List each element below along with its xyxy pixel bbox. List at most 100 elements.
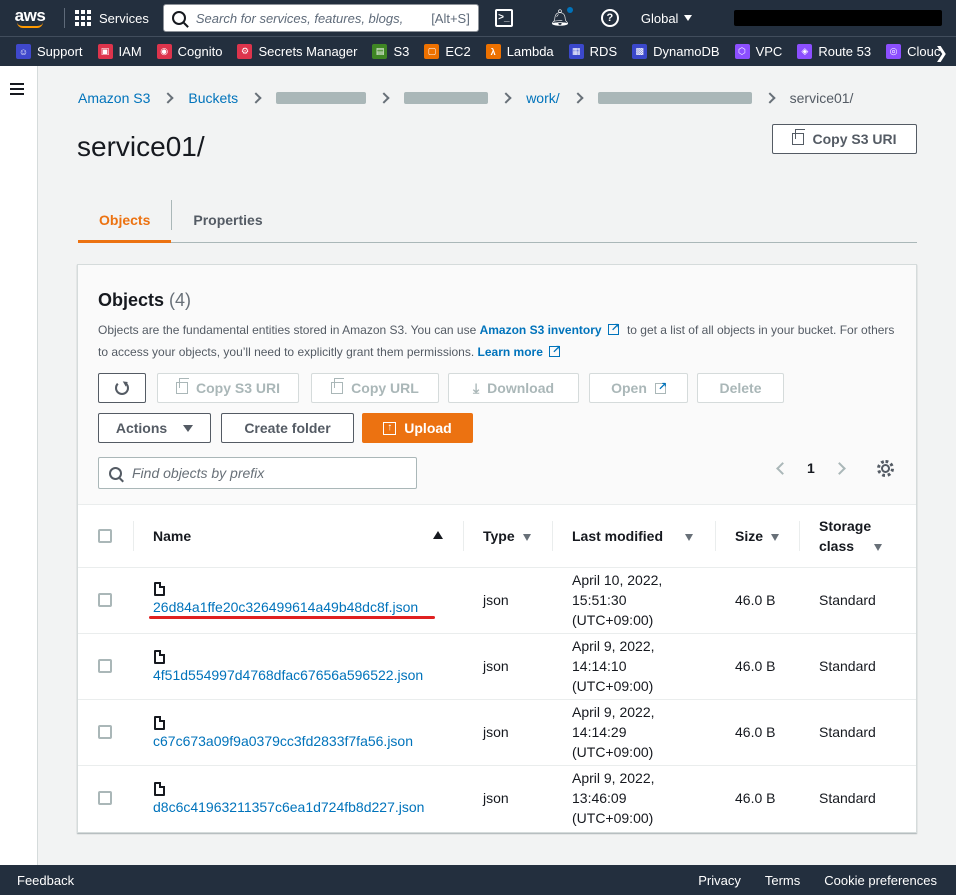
open-button[interactable]: Open	[589, 373, 688, 403]
cognito-icon: ◉	[156, 44, 172, 59]
chevron-right-icon[interactable]: ❯	[935, 43, 948, 63]
favorite-rds[interactable]: ▦ RDS	[568, 44, 618, 59]
table-row[interactable]: c67c673a09f9a0379cc3fd2833f7fa56.json js…	[78, 699, 916, 766]
favorite-support[interactable]: ☺ Support	[16, 44, 83, 59]
create-folder-button[interactable]: Create folder	[221, 413, 354, 443]
breadcrumb-redacted-folder[interactable]	[404, 92, 489, 104]
object-name-link[interactable]: c67c673a09f9a0379cc3fd2833f7fa56.json	[153, 733, 413, 749]
column-size-label: Size	[735, 527, 764, 544]
object-name-link[interactable]: 4f51d554997d4768dfac67656a596522.json	[153, 667, 423, 683]
favorite-lambda[interactable]: λ Lambda	[485, 44, 554, 59]
object-size: 46.0 B	[735, 790, 776, 807]
favorite-vpc[interactable]: ⬡ VPC	[734, 44, 782, 59]
nav-divider	[64, 8, 65, 28]
file-icon	[154, 781, 165, 796]
column-name[interactable]: Name	[133, 505, 463, 568]
column-storage-class[interactable]: Storage class	[799, 505, 916, 568]
inventory-link[interactable]: Amazon S3 inventory	[480, 323, 602, 337]
select-all-header	[78, 505, 133, 568]
account-menu-redacted[interactable]	[734, 10, 942, 26]
gear-icon[interactable]	[877, 460, 894, 477]
object-size: 46.0 B	[715, 699, 799, 766]
favorite-label: RDS	[589, 44, 618, 59]
page-number[interactable]: 1	[807, 460, 815, 476]
favorites-bar: ☺ Support ▣ IAM ◉ Cognito ⚙ Secrets Manager ▤ S3 ▢…	[0, 36, 956, 66]
refresh-button[interactable]	[98, 373, 146, 403]
breadcrumb-work[interactable]: work/	[526, 90, 559, 106]
notifications-bell-icon[interactable]: 🔔︎	[550, 7, 573, 27]
table-row[interactable]: d8c6c41963211357c6ea1d724fb8d227.json js…	[78, 765, 916, 831]
row-checkbox[interactable]	[98, 593, 112, 607]
sort-icon	[771, 533, 780, 541]
object-name-link[interactable]: d8c6c41963211357c6ea1d724fb8d227.json	[153, 799, 424, 815]
modified-date: April 10, 2022,	[572, 572, 663, 588]
column-type[interactable]: Type	[463, 505, 552, 568]
refresh-icon	[115, 381, 129, 395]
favorite-ec2[interactable]: ▢ EC2	[424, 44, 471, 59]
favorite-s3[interactable]: ▤ S3	[372, 44, 409, 59]
row-checkbox[interactable]	[98, 725, 112, 739]
iam-icon: ▣	[97, 44, 113, 59]
find-objects-input[interactable]: Find objects by prefix	[98, 457, 417, 489]
tab-properties[interactable]: Properties	[172, 196, 283, 243]
hamburger-menu-icon[interactable]	[10, 83, 24, 98]
cookie-preferences-link[interactable]: Cookie preferences	[824, 873, 937, 888]
modified-timezone: (UTC+09:00)	[572, 612, 654, 628]
services-menu-button[interactable]: Services	[75, 10, 149, 26]
table-row[interactable]: 4f51d554997d4768dfac67656a596522.json js…	[78, 633, 916, 700]
column-last-modified[interactable]: Last modified	[552, 505, 715, 568]
file-icon	[154, 581, 165, 596]
terms-link[interactable]: Terms	[765, 873, 800, 888]
objects-count: (4)	[169, 290, 192, 310]
favorite-dynamodb[interactable]: ▩ DynamoDB	[632, 44, 720, 59]
object-type: json	[463, 633, 552, 700]
actions-dropdown-button[interactable]: Actions	[98, 413, 211, 443]
unified-search-input[interactable]: Search for services, features, blogs, [A…	[162, 4, 479, 32]
object-name-link[interactable]: 26d84a1ffe20c326499614a49b48dc8f.json	[153, 599, 418, 615]
tab-objects[interactable]: Objects	[78, 196, 172, 243]
table-row[interactable]: 26d84a1ffe20c326499614a49b48dc8f.json js…	[78, 567, 916, 634]
objects-heading: Objects (4)	[98, 290, 191, 311]
breadcrumb-redacted-subfolder[interactable]	[597, 92, 752, 104]
chevron-right-icon	[763, 92, 776, 104]
upload-button[interactable]: ↑ Upload	[362, 413, 473, 443]
learn-more-link[interactable]: Learn more	[478, 345, 543, 359]
favorite-label: Lambda	[506, 44, 554, 59]
favorite-label: S3	[393, 44, 410, 59]
favorite-cloudfront[interactable]: ◎ Clouc	[886, 44, 940, 59]
delete-button[interactable]: Delete	[697, 373, 784, 403]
favorite-secrets-manager[interactable]: ⚙ Secrets Manager	[237, 44, 357, 59]
feedback-link[interactable]: Feedback	[17, 873, 74, 888]
aws-logo-text: aws	[14, 5, 46, 25]
region-selector[interactable]: Global	[641, 11, 693, 26]
privacy-link[interactable]: Privacy	[698, 873, 741, 888]
copy-url-button[interactable]: Copy URL	[311, 373, 439, 403]
row-checkbox[interactable]	[98, 659, 112, 673]
column-type-label: Type	[483, 527, 515, 544]
upload-icon: ↑	[383, 421, 397, 435]
download-button[interactable]: ⤓ Download	[448, 373, 579, 403]
select-all-checkbox[interactable]	[98, 528, 112, 543]
sort-ascending-icon	[433, 531, 443, 539]
help-icon[interactable]: ?	[600, 9, 619, 27]
row-checkbox[interactable]	[98, 791, 112, 806]
chevron-left-icon[interactable]	[776, 461, 789, 475]
object-type: json	[463, 699, 552, 766]
cloudshell-icon[interactable]: >_	[494, 9, 513, 27]
objects-panel: Objects (4) Objects are the fundamental …	[77, 264, 917, 833]
breadcrumb-redacted-bucket[interactable]	[276, 92, 367, 104]
copy-s3-uri-button[interactable]: Copy S3 URI	[772, 124, 917, 154]
favorite-route53[interactable]: ◈ Route 53	[797, 44, 871, 59]
breadcrumb-current: service01/	[789, 90, 854, 106]
objects-table: Name Type Last modified Size Storage clas…	[78, 505, 916, 831]
breadcrumb-buckets[interactable]: Buckets	[188, 90, 238, 106]
chevron-right-icon[interactable]	[832, 461, 846, 475]
favorite-label: IAM	[118, 44, 142, 59]
breadcrumb-amazon-s3[interactable]: Amazon S3	[78, 90, 150, 106]
column-name-label: Name	[153, 527, 192, 544]
copy-s3-uri-object-button[interactable]: Copy S3 URI	[157, 373, 299, 403]
favorite-iam[interactable]: ▣ IAM	[97, 44, 142, 59]
column-size[interactable]: Size	[715, 505, 799, 568]
aws-logo[interactable]: aws	[0, 0, 60, 36]
favorite-cognito[interactable]: ◉ Cognito	[156, 44, 222, 59]
